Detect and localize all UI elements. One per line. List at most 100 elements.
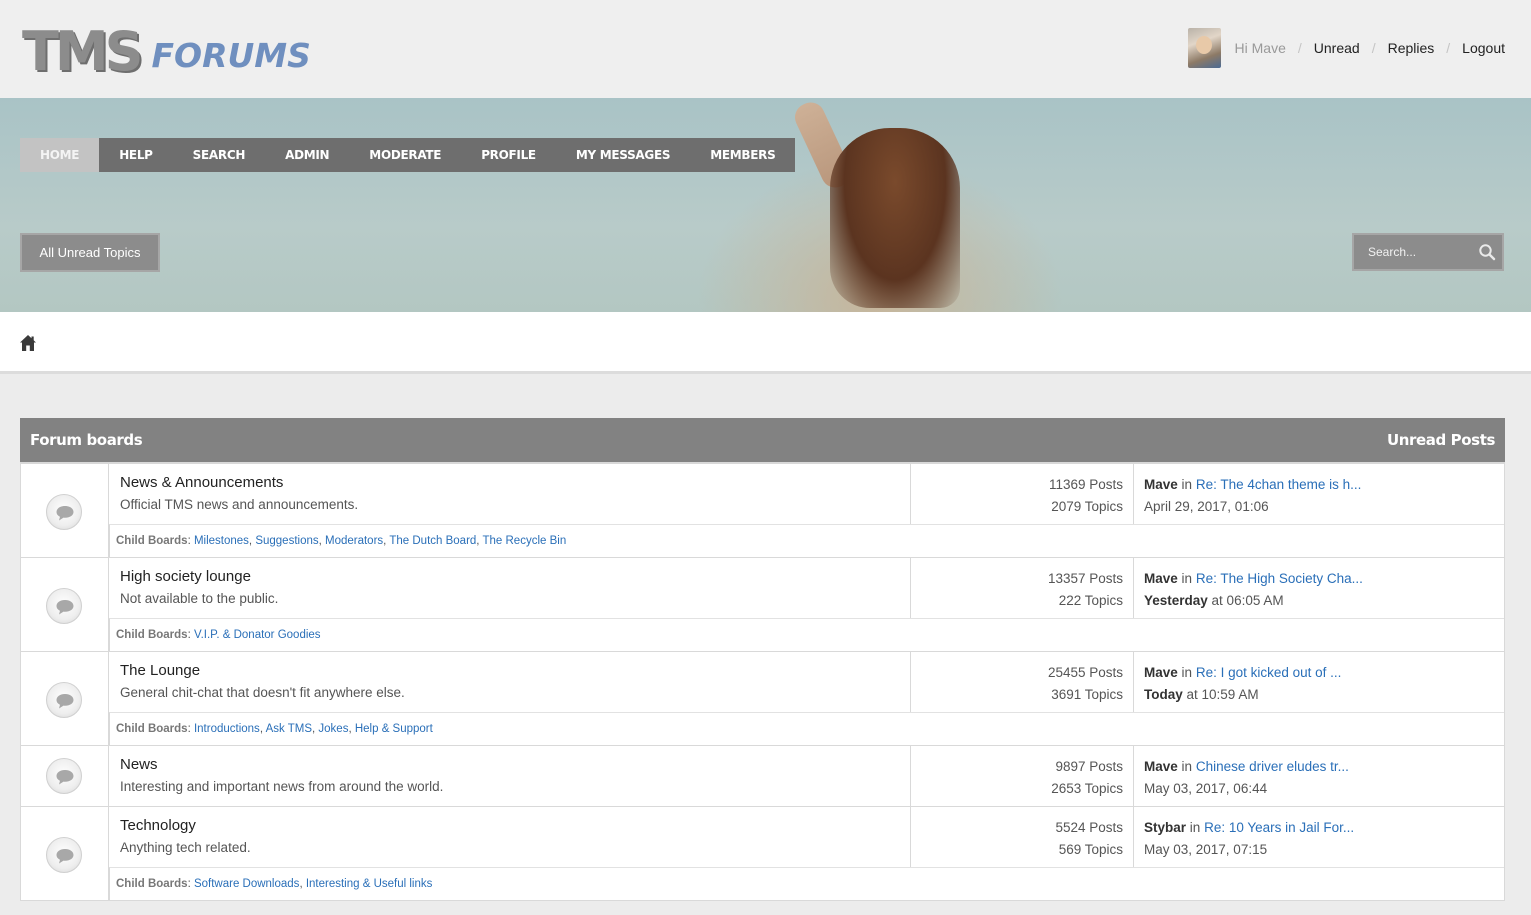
last-post-in: in [1181, 571, 1193, 586]
nav-profile[interactable]: PROFILE [461, 138, 556, 172]
last-post-date-bold: Today [1144, 687, 1183, 702]
nav-admin[interactable]: ADMIN [265, 138, 349, 172]
board-name-link[interactable]: High society lounge [120, 568, 899, 586]
child-boards: Child Boards: Milestones, Suggestions, M… [109, 524, 1504, 557]
child-boards: Child Boards: Introductions, Ask TMS, Jo… [109, 712, 1504, 745]
nav-home[interactable]: HOME [20, 138, 100, 172]
board-icon-cell [21, 652, 109, 746]
last-post-in: in [1181, 477, 1193, 492]
site-logo[interactable]: TMS FORUMS [22, 20, 311, 83]
last-post-topic-link[interactable]: Re: I got kicked out of ... [1196, 665, 1342, 680]
last-post-date-bold: Yesterday [1144, 593, 1208, 608]
board-description: General chit-chat that doesn't fit anywh… [120, 685, 405, 700]
banner-image-swimmer [830, 128, 960, 308]
search-icon[interactable] [1478, 243, 1496, 261]
board-stats: 25455 Posts 3691 Topics [911, 652, 1134, 712]
last-post-date: May 03, 2017, 06:44 [1144, 781, 1268, 796]
child-board-link[interactable]: V.I.P. & Donator Goodies [194, 629, 321, 641]
separator: / [1297, 40, 1302, 56]
board-stats: 11369 Posts 2079 Topics [911, 464, 1134, 524]
nav-moderate[interactable]: MODERATE [349, 138, 461, 172]
child-boards-links: Introductions, Ask TMS, Jokes, Help & Su… [193, 723, 433, 735]
board-name-link[interactable]: Technology [120, 817, 899, 835]
child-boards-links: Software Downloads, Interesting & Useful… [193, 878, 433, 890]
last-post-topic-link[interactable]: Re: The 4chan theme is h... [1196, 477, 1362, 492]
child-board-link[interactable]: Interesting & Useful links [306, 878, 433, 890]
replies-link[interactable]: Replies [1388, 40, 1435, 56]
board-info: News & Announcements Official TMS news a… [109, 464, 911, 524]
site-header: TMS FORUMS Hi Mave / Unread / Replies / … [0, 0, 1531, 98]
last-post-author[interactable]: Mave [1144, 571, 1178, 586]
logo-tms-text: TMS [22, 20, 143, 83]
child-board-link[interactable]: Jokes [318, 723, 348, 735]
board-info: News Interesting and important news from… [109, 746, 911, 806]
board-stats: 13357 Posts 222 Topics [911, 558, 1134, 618]
board-icon-cell [21, 746, 109, 806]
board-status-icon [46, 837, 82, 873]
logo-forums-text: FORUMS [151, 36, 311, 75]
post-count: 9897 Posts [1055, 759, 1123, 774]
board-stats: 9897 Posts 2653 Topics [911, 746, 1134, 806]
avatar[interactable] [1187, 28, 1221, 68]
board-row: The Lounge General chit-chat that doesn'… [20, 652, 1505, 746]
last-post: Mave in Re: The 4chan theme is h... Apri… [1134, 464, 1371, 524]
board-status-icon [46, 682, 82, 718]
last-post-author[interactable]: Mave [1144, 477, 1178, 492]
board-icon-cell [21, 558, 109, 652]
nav-search[interactable]: SEARCH [173, 138, 265, 172]
child-board-link[interactable]: Introductions [194, 723, 260, 735]
search-input[interactable] [1354, 245, 1472, 259]
logout-link[interactable]: Logout [1462, 40, 1505, 56]
breadcrumb [0, 312, 1531, 374]
last-post: Mave in Chinese driver eludes tr... May … [1134, 746, 1359, 806]
post-count: 13357 Posts [1047, 571, 1123, 586]
board-name-link[interactable]: News & Announcements [120, 474, 899, 492]
last-post-author[interactable]: Mave [1144, 665, 1178, 680]
child-boards: Child Boards: Software Downloads, Intere… [109, 867, 1504, 900]
board-name-link[interactable]: The Lounge [120, 662, 899, 680]
last-post-in: in [1189, 820, 1201, 835]
last-post: Mave in Re: I got kicked out of ... Toda… [1134, 652, 1351, 712]
topic-count: 2079 Topics [1051, 499, 1123, 514]
last-post-date: at 10:59 AM [1182, 687, 1259, 702]
board-info: High society lounge Not available to the… [109, 558, 911, 618]
board-row: News Interesting and important news from… [20, 746, 1505, 807]
child-boards-label: Child Boards [116, 535, 188, 547]
last-post-author[interactable]: Stybar [1144, 820, 1186, 835]
topic-count: 569 Topics [1058, 842, 1123, 857]
child-board-link[interactable]: Software Downloads [194, 878, 299, 890]
unread-link[interactable]: Unread [1314, 40, 1360, 56]
post-count: 25455 Posts [1047, 665, 1123, 680]
all-unread-topics-button[interactable]: All Unread Topics [20, 233, 160, 272]
board-description: Interesting and important news from arou… [120, 779, 444, 794]
child-boards-links: Milestones, Suggestions, Moderators, The… [193, 535, 567, 547]
separator: / [1446, 40, 1451, 56]
nav-members[interactable]: MEMBERS [690, 138, 795, 172]
post-count: 11369 Posts [1048, 477, 1123, 492]
separator: / [1371, 40, 1376, 56]
child-board-link[interactable]: The Recycle Bin [482, 535, 566, 547]
child-board-link[interactable]: The Dutch Board [389, 535, 476, 547]
nav-help[interactable]: HELP [99, 138, 172, 172]
greeting: Hi Mave [1234, 40, 1286, 56]
post-count: 5524 Posts [1055, 820, 1123, 835]
last-post: Mave in Re: The High Society Cha... Yest… [1134, 558, 1373, 618]
home-icon[interactable] [19, 334, 37, 352]
last-post-topic-link[interactable]: Re: The High Society Cha... [1196, 571, 1363, 586]
last-post-author[interactable]: Mave [1144, 759, 1178, 774]
board-name-link[interactable]: News [120, 756, 899, 774]
last-post-date: May 03, 2017, 07:15 [1144, 842, 1268, 857]
unread-posts-link[interactable]: Unread Posts [1387, 431, 1495, 449]
last-post-in: in [1181, 665, 1193, 680]
child-board-link[interactable]: Ask TMS [266, 723, 312, 735]
child-board-link[interactable]: Milestones [194, 535, 249, 547]
last-post-topic-link[interactable]: Re: 10 Years in Jail For... [1204, 820, 1354, 835]
child-board-link[interactable]: Help & Support [355, 723, 433, 735]
last-post-topic-link[interactable]: Chinese driver eludes tr... [1196, 759, 1349, 774]
board-status-icon [46, 588, 82, 624]
last-post-in: in [1181, 759, 1193, 774]
child-board-link[interactable]: Suggestions [255, 535, 318, 547]
last-post-date: April 29, 2017, 01:06 [1144, 499, 1269, 514]
child-board-link[interactable]: Moderators [325, 535, 383, 547]
nav-my-messages[interactable]: MY MESSAGES [556, 138, 690, 172]
